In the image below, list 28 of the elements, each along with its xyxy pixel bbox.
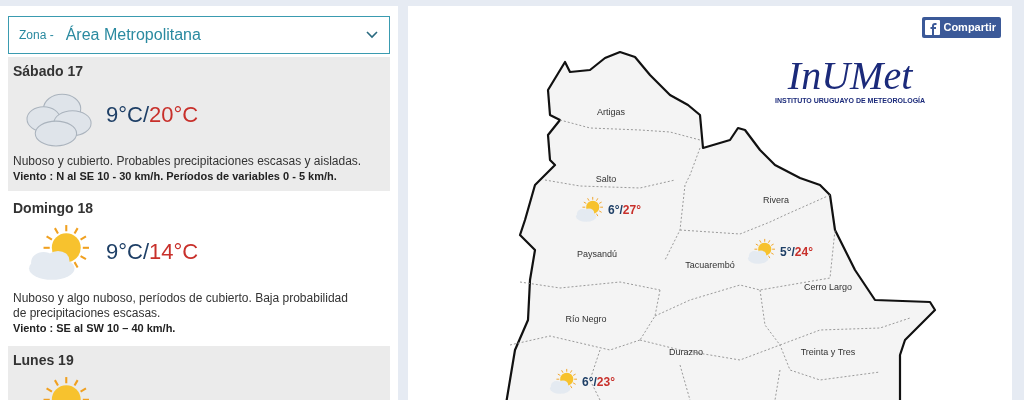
department-label: Río Negro [565,313,607,327]
temperature-range: 6°/23° [582,374,615,391]
day-title: Lunes 19 [13,351,75,370]
share-button[interactable]: Compartir [922,17,1001,38]
department-label: Durazno [669,346,703,360]
department-label: Rivera [763,194,789,208]
department-label: Paysandú [577,248,617,262]
temperature-range: 9°C/20°C [106,100,199,129]
department-label: Cerro Largo [804,281,852,295]
department-label: Tacuarembó [685,259,735,273]
wind-info: Viento : SE al SW 10 – 40 km/h. [13,321,177,335]
chevron-down-icon [365,30,379,40]
forecast-description: Nuboso y algo nuboso, períodos de cubierto. Baja probabilidad de precipitaciones escasas. [13,291,349,321]
temperature-range: 5°/24° [780,244,813,261]
department-label: Salto [595,173,617,187]
forecast-description: Nuboso y cubierto. Probables precipitaciones escasas y aisladas. [13,154,363,169]
zone-label: Zona - [19,27,54,44]
logo-wordmark: InUMet [787,56,913,96]
temperature-range: 9°C/14°C [106,237,199,266]
facebook-icon [925,20,941,35]
department-label: Treinta y Tres [800,346,856,360]
zone-value: Área Metropolitana [65,24,202,45]
day-title: Sábado 17 [13,62,85,81]
zone-dropdown[interactable]: Zona - Área Metropolitana [8,16,390,54]
temperature-range: 6°/27° [608,202,641,219]
day-title: Domingo 18 [13,199,95,218]
wind-info: Viento : N al SE 10 - 30 km/h. Períodos de variables 0 - 5 km/h. [13,169,338,183]
department-label: Artigas [597,106,625,120]
